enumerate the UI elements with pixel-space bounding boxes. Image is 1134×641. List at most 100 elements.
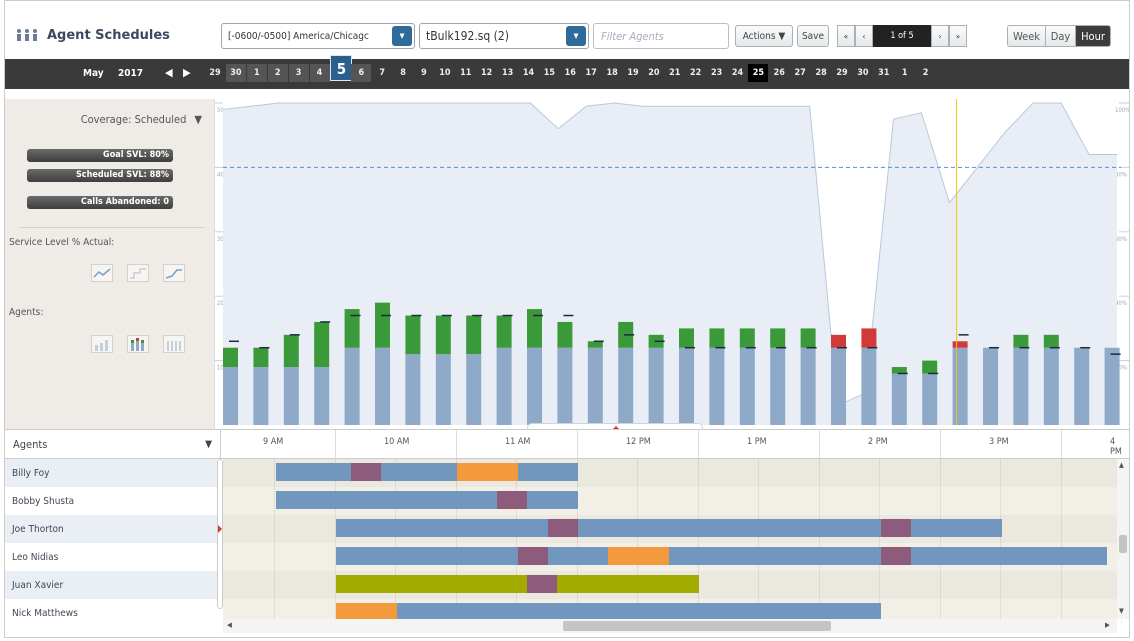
agent-name[interactable]: Leo Nidias: [5, 543, 217, 571]
prev-page-button[interactable]: ‹: [855, 25, 873, 47]
day-16[interactable]: 16: [560, 64, 580, 82]
schedule-block-purple[interactable]: [880, 547, 911, 565]
prev-month-icon[interactable]: ◀: [165, 66, 173, 79]
agent-name[interactable]: Joe Thorton: [5, 515, 217, 543]
line-chart-smooth-icon[interactable]: [91, 264, 113, 282]
schedule-lane[interactable]: [223, 515, 1122, 543]
day-13[interactable]: 13: [498, 64, 518, 82]
column-chart-icon[interactable]: [163, 335, 185, 353]
day-25[interactable]: 25: [748, 64, 769, 82]
schedule-block-purple[interactable]: [527, 575, 558, 593]
schedule-block-orange[interactable]: [457, 463, 518, 481]
schedule-block-blue[interactable]: [380, 463, 457, 481]
day-19[interactable]: 19: [623, 64, 643, 82]
hour-view-button[interactable]: Hour: [1076, 26, 1110, 46]
day-18[interactable]: 18: [602, 64, 622, 82]
day-5[interactable]: 5: [330, 55, 353, 81]
chevron-down-icon[interactable]: ▼: [205, 439, 212, 450]
day-2[interactable]: 2: [916, 64, 936, 82]
line-chart-step-icon[interactable]: [127, 264, 149, 282]
schedule-block-blue[interactable]: [336, 519, 548, 537]
day-21[interactable]: 21: [665, 64, 685, 82]
schedule-lane[interactable]: [223, 459, 1122, 487]
scroll-down-icon[interactable]: ▼: [1119, 607, 1124, 615]
day-3[interactable]: 3: [288, 64, 309, 82]
day-26[interactable]: 26: [769, 64, 789, 82]
day-30[interactable]: 30: [853, 64, 873, 82]
day-15[interactable]: 15: [539, 64, 559, 82]
day-17[interactable]: 17: [581, 64, 601, 82]
save-button[interactable]: Save: [797, 25, 829, 47]
schedule-block-blue[interactable]: [547, 547, 609, 565]
next-page-button[interactable]: ›: [931, 25, 949, 47]
first-page-button[interactable]: «: [837, 25, 855, 47]
schedule-block-orange[interactable]: [608, 547, 669, 565]
day-11[interactable]: 11: [456, 64, 476, 82]
next-month-icon[interactable]: ▶: [183, 66, 191, 79]
schedule-block-purple[interactable]: [547, 519, 578, 537]
schedule-block-purple[interactable]: [350, 463, 381, 481]
day-24[interactable]: 24: [728, 64, 748, 82]
agent-name[interactable]: Nick Matthews: [5, 599, 217, 624]
bar-chart-icon[interactable]: [91, 335, 113, 353]
agent-name[interactable]: Juan Xavier: [5, 571, 217, 599]
schedule-lane[interactable]: [223, 487, 1122, 515]
day-1[interactable]: 1: [895, 64, 915, 82]
schedule-block-purple[interactable]: [880, 519, 911, 537]
day-20[interactable]: 20: [644, 64, 664, 82]
schedule-lane[interactable]: [223, 571, 1122, 599]
vertical-scroll-thumb[interactable]: [1119, 535, 1127, 553]
day-8[interactable]: 8: [393, 64, 413, 82]
schedule-lane[interactable]: [223, 543, 1122, 571]
schedule-block-blue[interactable]: [578, 519, 881, 537]
scroll-up-icon[interactable]: ▲: [1119, 461, 1124, 469]
schedule-block-blue[interactable]: [910, 519, 1002, 537]
day-29[interactable]: 29: [205, 64, 225, 82]
schedule-block-blue[interactable]: [517, 463, 578, 481]
day-29[interactable]: 29: [832, 64, 852, 82]
schedule-block-blue[interactable]: [275, 491, 497, 509]
day-7[interactable]: 7: [372, 64, 392, 82]
day-4[interactable]: 4: [309, 64, 330, 82]
day-10[interactable]: 10: [435, 64, 455, 82]
day-27[interactable]: 27: [790, 64, 810, 82]
day-23[interactable]: 23: [707, 64, 727, 82]
actions-button[interactable]: Actions ▼: [735, 25, 793, 47]
day-1[interactable]: 1: [246, 64, 267, 82]
scroll-left-icon[interactable]: ◀: [227, 621, 232, 629]
day-view-button[interactable]: Day: [1046, 26, 1076, 46]
agent-name[interactable]: Billy Foy: [5, 459, 217, 487]
day-28[interactable]: 28: [811, 64, 831, 82]
last-page-button[interactable]: »: [949, 25, 967, 47]
horizontal-scroll-thumb[interactable]: [563, 621, 831, 631]
horizontal-scrollbar[interactable]: ◀ ▶: [223, 619, 1117, 633]
filter-agents-input[interactable]: Filter Agents: [593, 23, 729, 49]
queue-select[interactable]: tBulk192.sq (2) ▼: [419, 23, 589, 49]
day-31[interactable]: 31: [874, 64, 894, 82]
day-9[interactable]: 9: [414, 64, 434, 82]
day-2[interactable]: 2: [267, 64, 288, 82]
coverage-dropdown[interactable]: Coverage: Scheduled ▼: [81, 113, 202, 126]
chevron-down-icon[interactable]: ▼: [392, 26, 412, 46]
chevron-down-icon[interactable]: ▼: [566, 26, 586, 46]
vertical-scrollbar[interactable]: ▲ ▼: [1117, 459, 1129, 619]
week-view-button[interactable]: Week: [1008, 26, 1046, 46]
schedule-block-blue[interactable]: [910, 547, 1107, 565]
timezone-select[interactable]: [-0600/-0500] America/Chicagc ▼: [221, 23, 415, 49]
day-12[interactable]: 12: [477, 64, 497, 82]
day-6[interactable]: 6: [351, 64, 372, 82]
schedule-block-purple[interactable]: [517, 547, 548, 565]
stacked-bar-chart-icon[interactable]: [127, 335, 149, 353]
schedule-block-blue[interactable]: [668, 547, 881, 565]
schedule-block-blue[interactable]: [336, 547, 518, 565]
day-30[interactable]: 30: [225, 64, 246, 82]
schedule-block-olive[interactable]: [336, 575, 528, 593]
day-14[interactable]: 14: [519, 64, 539, 82]
schedule-block-olive[interactable]: [557, 575, 699, 593]
line-chart-area-icon[interactable]: [163, 264, 185, 282]
schedule-block-purple[interactable]: [496, 491, 528, 509]
agents-column-header[interactable]: Agents ▼: [5, 430, 221, 458]
scroll-right-icon[interactable]: ▶: [1105, 621, 1110, 629]
schedule-block-blue[interactable]: [275, 463, 351, 481]
day-22[interactable]: 22: [686, 64, 706, 82]
